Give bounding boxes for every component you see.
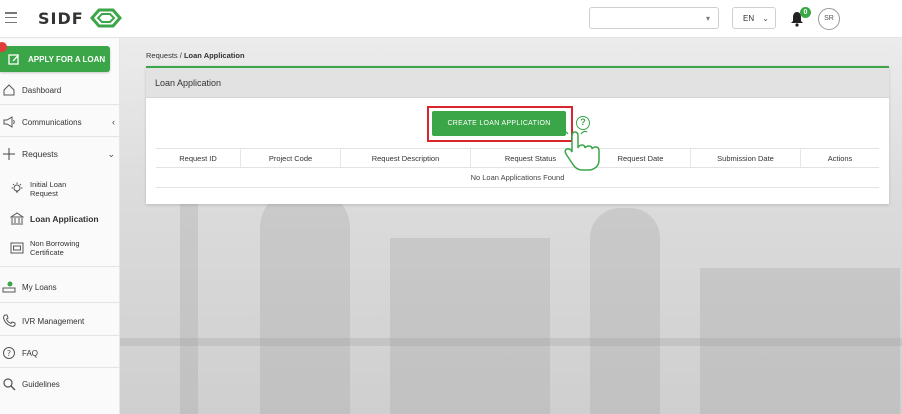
alert-dot	[0, 42, 7, 52]
loan-applications-table: Request ID Project Code Request Descript…	[156, 148, 879, 188]
sidebar-item-label: Communications	[22, 117, 82, 127]
column-header[interactable]: Request Description	[341, 149, 471, 167]
logo-text: SIDF	[38, 8, 84, 28]
language-select[interactable]: EN ⌄	[732, 7, 776, 29]
organization-select[interactable]: ▾	[589, 7, 719, 29]
sidebar-item-label: Non Borrowing Certificate	[30, 239, 80, 257]
sidebar-item-label: Initial Loan Request	[30, 180, 67, 198]
help-icon[interactable]: ?	[576, 116, 590, 130]
sidebar-item-label: IVR Management	[22, 316, 85, 326]
sidebar-item-label: FAQ	[22, 348, 39, 358]
edit-icon	[8, 54, 19, 65]
avatar[interactable]: SR	[818, 8, 840, 30]
notification-badge: 0	[800, 7, 811, 18]
plus-icon	[3, 148, 15, 160]
background-decoration	[180, 168, 198, 414]
breadcrumb-parent[interactable]: Requests	[146, 51, 178, 60]
home-icon	[3, 84, 15, 96]
breadcrumb: Requests / Loan Application	[146, 51, 245, 60]
sidebar-item-requests[interactable]: Requests ⌄	[0, 147, 120, 161]
background-decoration	[120, 338, 902, 346]
sidebar-item-label: Loan Application	[30, 213, 99, 224]
sidebar-item-communications[interactable]: Communications ‹	[0, 115, 120, 129]
column-header[interactable]: Project Code	[241, 149, 341, 167]
logo-mark-icon	[89, 8, 122, 28]
create-loan-application-button[interactable]: CREATE LOAN APPLICATION	[432, 111, 566, 136]
card-title: Loan Application	[146, 68, 889, 98]
sidebar-item-label: Requests	[22, 149, 58, 159]
background-decoration	[590, 208, 660, 414]
loan-application-card: Loan Application CREATE LOAN APPLICATION…	[146, 66, 889, 204]
bank-icon	[10, 212, 24, 225]
sidebar-item-label: My Loans	[22, 282, 57, 292]
search-icon	[3, 378, 16, 391]
column-header[interactable]: Request ID	[156, 149, 241, 167]
sidebar-item-initial-loan-request[interactable]: Initial Loan Request	[10, 180, 120, 198]
menu-icon[interactable]	[5, 12, 17, 23]
column-header[interactable]: Submission Date	[691, 149, 801, 167]
lightbulb-icon	[11, 182, 23, 193]
logo[interactable]: SIDF	[38, 8, 122, 28]
svg-text:?: ?	[7, 349, 11, 358]
breadcrumb-current: Loan Application	[183, 51, 245, 60]
loans-icon	[2, 281, 16, 293]
sidebar-item-label: Dashboard	[22, 85, 62, 95]
sidebar-item-non-borrowing-certificate[interactable]: Non Borrowing Certificate	[10, 239, 120, 257]
top-bar: SIDF ▾ EN ⌄ 0 SR	[0, 0, 902, 38]
sidebar-item-loan-application[interactable]: Loan Application	[10, 212, 120, 226]
sidebar-item-guidelines[interactable]: Guidelines	[0, 377, 120, 391]
chevron-left-icon: ‹	[112, 117, 115, 127]
chevron-down-icon: ⌄	[107, 148, 115, 159]
certificate-icon	[10, 242, 24, 254]
question-icon: ?	[3, 347, 15, 359]
pointer-hand-icon	[562, 130, 600, 171]
sidebar: APPLY FOR A LOAN Dashboard Communication…	[0, 38, 120, 414]
background-decoration	[260, 188, 350, 414]
sidebar-item-ivr-management[interactable]: IVR Management	[0, 314, 120, 328]
empty-state-message: No Loan Applications Found	[156, 168, 879, 188]
apply-for-loan-label: APPLY FOR A LOAN	[28, 54, 106, 64]
sidebar-item-my-loans[interactable]: My Loans	[0, 280, 120, 294]
chevron-down-icon: ⌄	[762, 14, 769, 23]
chevron-down-icon: ▾	[705, 14, 710, 23]
sidebar-item-label: Guidelines	[22, 379, 60, 389]
sidebar-item-dashboard[interactable]: Dashboard	[0, 83, 120, 97]
megaphone-icon	[3, 116, 15, 128]
language-value: EN	[743, 13, 755, 23]
phone-icon	[2, 314, 16, 327]
apply-for-loan-button[interactable]: APPLY FOR A LOAN	[0, 42, 110, 72]
background-decoration	[390, 238, 550, 414]
main-content: Requests / Loan Application Loan Applica…	[120, 38, 902, 414]
breadcrumb-separator: /	[179, 51, 182, 60]
table-header-row: Request ID Project Code Request Descript…	[156, 148, 879, 168]
sidebar-item-faq[interactable]: ? FAQ	[0, 346, 120, 360]
column-header: Actions	[827, 153, 853, 163]
